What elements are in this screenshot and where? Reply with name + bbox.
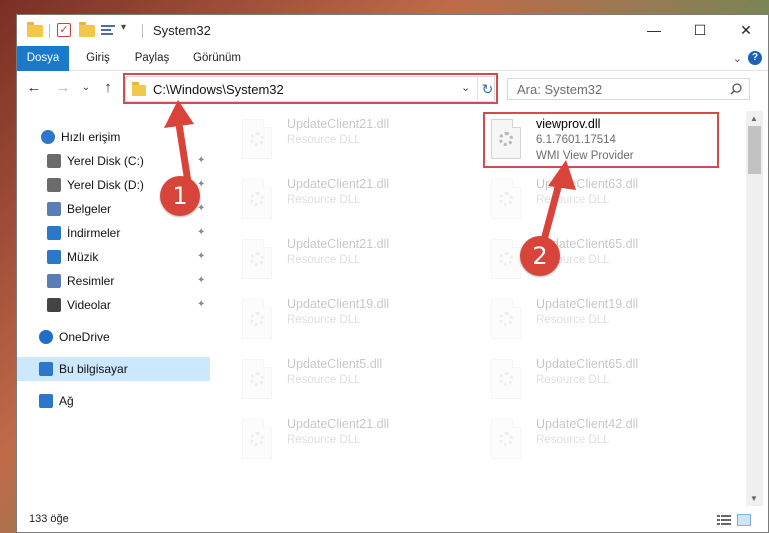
arrow-1-head xyxy=(164,100,194,128)
step-1-badge: 1 xyxy=(160,176,200,216)
step-2-badge: 2 xyxy=(520,236,560,276)
arrow-2-shaft xyxy=(540,176,564,244)
arrow-1-shaft xyxy=(174,114,192,186)
arrow-2-head xyxy=(548,160,576,190)
annotation-arrows xyxy=(164,100,576,244)
